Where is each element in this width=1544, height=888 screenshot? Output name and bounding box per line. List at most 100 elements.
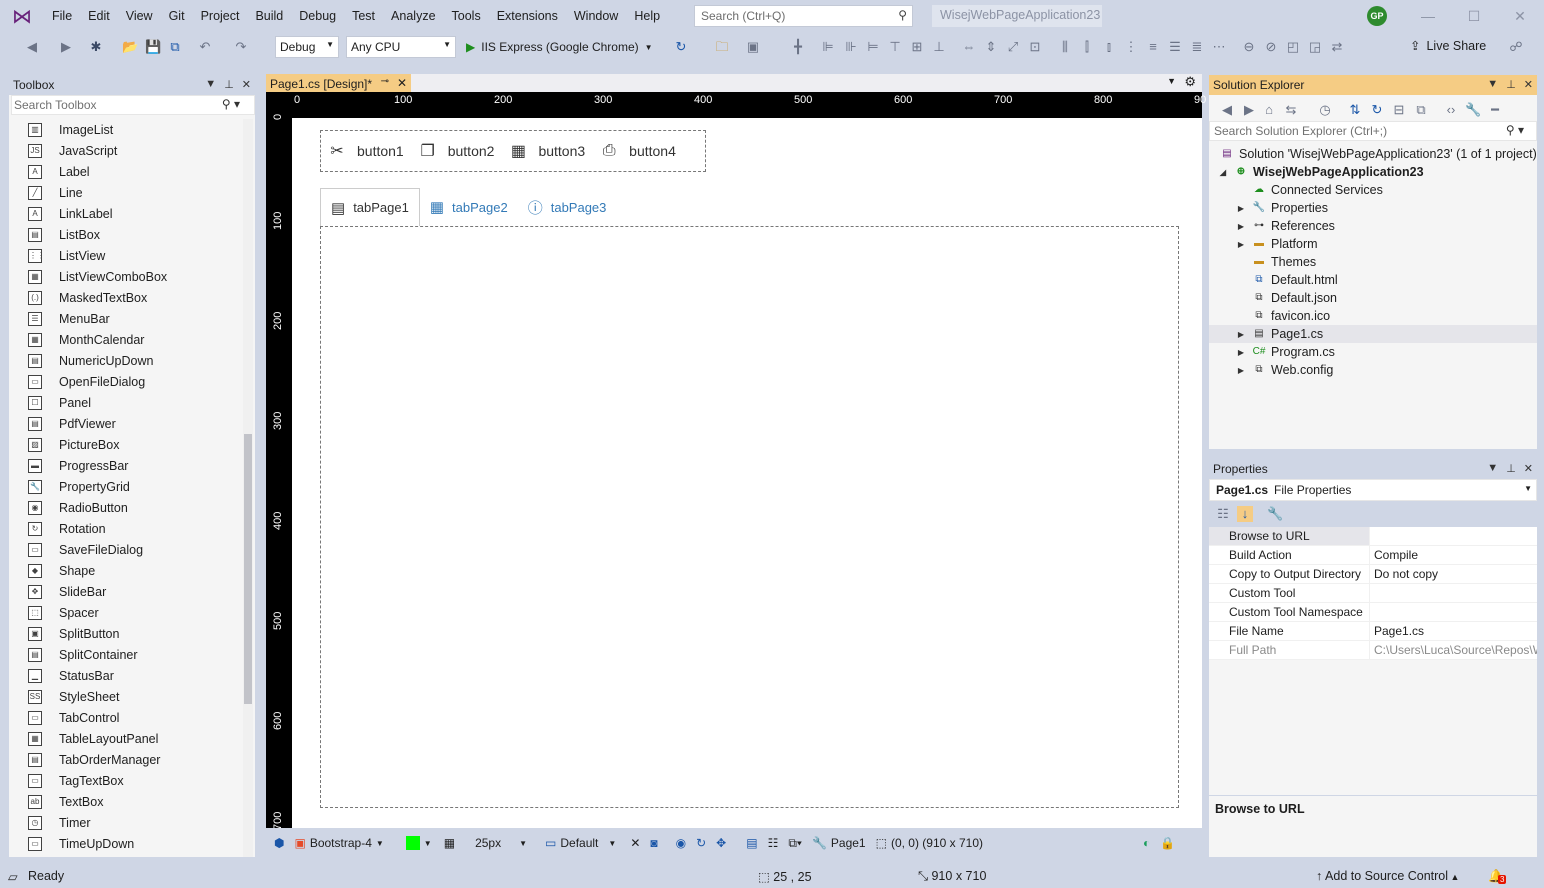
- close-icon[interactable]: ✕: [1524, 462, 1533, 475]
- align-left-icon[interactable]: ⊫: [820, 39, 836, 55]
- home-icon[interactable]: ⌂: [1261, 102, 1277, 118]
- menu-build[interactable]: Build: [247, 0, 291, 32]
- property-row[interactable]: Full Path C:\Users\Luca\Source\Repos\W: [1209, 641, 1537, 660]
- device-select[interactable]: ▭ Default ▼: [545, 836, 616, 850]
- pin-icon[interactable]: ⊥: [1506, 462, 1516, 475]
- menu-extensions[interactable]: Extensions: [489, 0, 566, 32]
- page-select[interactable]: 🔧 Page1: [812, 836, 866, 850]
- same-width-icon[interactable]: ⇔: [961, 39, 977, 55]
- toolbox-item-javascript[interactable]: JS JavaScript: [9, 140, 244, 161]
- delete-icon[interactable]: ✕: [630, 836, 640, 850]
- toolbox-item-listviewcombobox[interactable]: ▦ ListViewComboBox: [9, 266, 244, 287]
- close-tab-icon[interactable]: ✕: [397, 76, 407, 90]
- theme-select[interactable]: ▣ Bootstrap-4 ▼: [294, 836, 383, 850]
- align-bottom-icon[interactable]: ⊥: [931, 39, 947, 55]
- property-value[interactable]: Do not copy: [1369, 565, 1537, 583]
- toolbox-item-listview[interactable]: ⋮⋮ ListView: [9, 245, 244, 266]
- tree-node-connected-services[interactable]: ☁ Connected Services: [1209, 181, 1537, 199]
- design-canvas[interactable]: ✂ button1 ❐ button2 ▦ button3 ⎙ button4 ▤ tabPag…: [292, 118, 1202, 828]
- decrease-spacing-icon[interactable]: ⫾: [1101, 39, 1117, 55]
- toolbox-item-textbox[interactable]: ab TextBox: [9, 791, 244, 812]
- toolbox-item-shape[interactable]: ◆ Shape: [9, 560, 244, 581]
- close-icon[interactable]: ✕: [1510, 6, 1530, 26]
- sync-icon[interactable]: ⇅: [1347, 102, 1363, 118]
- property-row[interactable]: Browse to URL: [1209, 527, 1537, 546]
- object-selector[interactable]: Page1.cs File Properties ▼: [1209, 479, 1537, 501]
- property-row[interactable]: File Name Page1.cs: [1209, 622, 1537, 641]
- undo-icon[interactable]: ↶: [197, 39, 213, 55]
- toolbox-item-menubar[interactable]: ☰ MenuBar: [9, 308, 244, 329]
- toolbox-item-tablelayoutpanel[interactable]: ▦ TableLayoutPanel: [9, 728, 244, 749]
- components-icon[interactable]: ⧉▾: [788, 836, 802, 851]
- collapse-all-icon[interactable]: ⊟: [1391, 102, 1407, 118]
- tree-node-favicon-ico[interactable]: ⧉ favicon.ico: [1209, 307, 1537, 325]
- back-icon[interactable]: ◀: [1219, 102, 1235, 118]
- dropdown-icon[interactable]: ▼: [205, 78, 216, 91]
- eye-icon[interactable]: ◉: [676, 836, 686, 850]
- decrease-vspacing-icon[interactable]: ≣: [1189, 39, 1205, 55]
- tree-node-platform[interactable]: ▶ ▬ Platform: [1209, 235, 1537, 253]
- toolbox-item-propertygrid[interactable]: 🔧 PropertyGrid: [9, 476, 244, 497]
- tree-node-themes[interactable]: ▬ Themes: [1209, 253, 1537, 271]
- remove-vspacing-icon[interactable]: ⋯: [1211, 39, 1227, 55]
- same-size-icon[interactable]: ⤢: [1005, 39, 1021, 55]
- property-pages-icon[interactable]: 🔧: [1267, 506, 1283, 522]
- toolbox-item-monthcalendar[interactable]: ▦ MonthCalendar: [9, 329, 244, 350]
- move-icon[interactable]: ✥: [716, 836, 726, 850]
- toolbox-item-pdfviewer[interactable]: ▤ PdfViewer: [9, 413, 244, 434]
- expand-icon[interactable]: ▶: [1235, 348, 1247, 357]
- tab-control[interactable]: ▤ tabPage1 ▦ tabPage2 ⓘ tabPage3: [320, 186, 1179, 810]
- screenshot-icon[interactable]: ▣: [745, 39, 761, 55]
- remove-spacing-icon[interactable]: ⋮: [1123, 39, 1139, 55]
- pin-icon[interactable]: ⊸: [381, 76, 389, 87]
- size-to-grid-icon[interactable]: ⊡: [1027, 39, 1043, 55]
- property-value[interactable]: [1369, 584, 1537, 602]
- grid-size-select[interactable]: 25px ▼: [475, 836, 527, 850]
- pin-icon[interactable]: ⊥: [1506, 78, 1516, 91]
- tab-page-body[interactable]: [320, 226, 1179, 808]
- expand-icon[interactable]: ▶: [1235, 366, 1247, 375]
- output-icon[interactable]: ▱: [8, 869, 18, 884]
- toolbox-scrollbar[interactable]: [243, 119, 253, 857]
- property-value[interactable]: [1369, 603, 1537, 621]
- toolbox-item-savefiledialog[interactable]: ▭ SaveFileDialog: [9, 539, 244, 560]
- open-folder-icon[interactable]: 📂: [122, 39, 138, 55]
- minimize-icon[interactable]: —: [1418, 6, 1438, 26]
- canvas-button3[interactable]: ▦ button3: [502, 135, 593, 167]
- canvas-button1[interactable]: ✂ button1: [321, 135, 412, 167]
- expanded-icon[interactable]: ◢: [1217, 168, 1229, 177]
- menu-tools[interactable]: Tools: [444, 0, 489, 32]
- chevron-down-icon[interactable]: ▼: [1167, 76, 1176, 86]
- tree-node-properties[interactable]: ▶ 🔧 Properties: [1209, 199, 1537, 217]
- visual-studio-logo-icon[interactable]: ⋈: [0, 0, 44, 32]
- close-icon[interactable]: ✕: [242, 78, 251, 91]
- menu-help[interactable]: Help: [626, 0, 668, 32]
- toolbox-item-imagelist[interactable]: ▥ ImageList: [9, 119, 244, 140]
- new-project-icon[interactable]: ✱: [88, 39, 104, 55]
- show-all-files-icon[interactable]: ⧉: [1413, 102, 1429, 118]
- toolbox-item-spacer[interactable]: ⬚ Spacer: [9, 602, 244, 623]
- grid-color-picker[interactable]: ▼: [405, 836, 432, 850]
- menu-debug[interactable]: Debug: [291, 0, 344, 32]
- avatar[interactable]: GP: [1367, 6, 1387, 26]
- send-to-back-icon[interactable]: ◲: [1307, 39, 1323, 55]
- menu-test[interactable]: Test: [344, 0, 383, 32]
- toolbox-item-slidebar[interactable]: ✥ SlideBar: [9, 581, 244, 602]
- expand-icon[interactable]: ▶: [1235, 222, 1247, 231]
- tab-page3[interactable]: ⓘ tabPage3: [518, 188, 617, 226]
- toolbox-item-numericupdown[interactable]: ▤ NumericUpDown: [9, 350, 244, 371]
- toolbox-item-label[interactable]: A Label: [9, 161, 244, 182]
- canvas-button2[interactable]: ❐ button2: [412, 135, 503, 167]
- dropdown-icon[interactable]: ▼: [1487, 462, 1498, 475]
- feedback-icon[interactable]: ☍: [1508, 39, 1524, 55]
- edge-icon[interactable]: ◐: [1143, 836, 1150, 850]
- find-in-files-icon[interactable]: 🗀: [714, 39, 730, 55]
- align-top-icon[interactable]: ⊤: [887, 39, 903, 55]
- pin-icon[interactable]: ⊥: [224, 78, 234, 91]
- document-tab[interactable]: Page1.cs [Design]* ⊸ ✕: [266, 74, 411, 94]
- property-value[interactable]: Page1.cs: [1369, 622, 1537, 640]
- property-value[interactable]: [1369, 527, 1537, 545]
- dropdown-icon[interactable]: ▼: [1487, 78, 1498, 91]
- pending-changes-icon[interactable]: ◷: [1317, 102, 1333, 118]
- tree-node-references[interactable]: ▶ ⊶ References: [1209, 217, 1537, 235]
